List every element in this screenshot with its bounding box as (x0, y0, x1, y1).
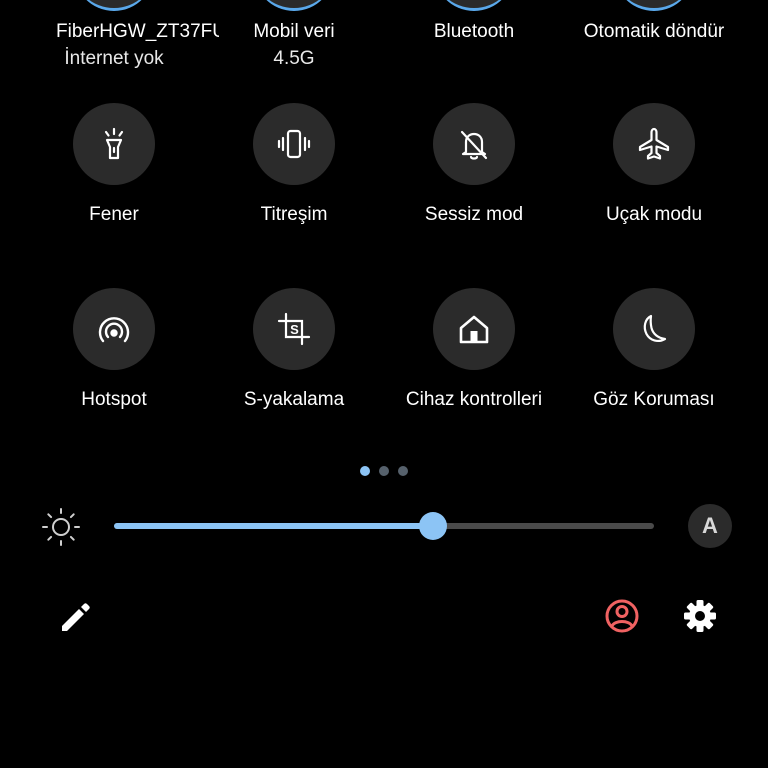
mobile-data-toggle[interactable] (253, 0, 335, 11)
flashlight-label: Fener (89, 204, 139, 225)
home-icon (459, 315, 489, 344)
vibrate-icon (277, 129, 311, 159)
page-dot-2[interactable] (379, 466, 389, 476)
airplane-mode-label: Uçak modu (605, 204, 703, 225)
vibrate-label: Titreşim (260, 204, 328, 225)
brightness-fill (114, 523, 433, 529)
bluetooth-toggle[interactable] (433, 0, 515, 11)
silent-mode-button[interactable] (433, 103, 515, 185)
wifi-network-name: FiberHGW_ZT37FU (56, 21, 219, 42)
page-indicator (360, 466, 410, 476)
eye-protection-label: Göz Koruması (593, 389, 715, 410)
hotspot-button[interactable] (73, 288, 155, 370)
mobile-data-label: Mobil veri (253, 21, 335, 42)
bluetooth-label: Bluetooth (433, 21, 515, 42)
flashlight-button[interactable] (73, 103, 155, 185)
brightness-slider[interactable] (114, 510, 654, 542)
silent-mode-label: Sessiz mod (424, 204, 524, 225)
brightness-sun-icon (42, 508, 80, 546)
auto-brightness-button[interactable]: A (688, 504, 732, 548)
gear-icon[interactable] (680, 596, 720, 636)
auto-rotate-toggle[interactable] (613, 0, 695, 11)
svg-text:S: S (290, 322, 299, 337)
silent-bell-icon (460, 130, 488, 160)
device-controls-button[interactable] (433, 288, 515, 370)
s-capture-button[interactable]: S (253, 288, 335, 370)
vibrate-button[interactable] (253, 103, 335, 185)
page-dot-3[interactable] (398, 466, 408, 476)
account-icon[interactable] (602, 596, 642, 636)
eye-protection-button[interactable] (613, 288, 695, 370)
device-controls-label: Cihaz kontrolleri (405, 389, 543, 410)
airplane-icon (638, 127, 670, 160)
flashlight-icon (104, 127, 124, 160)
top-tiles-row: FiberHGW_ZT37FU İnternet yok Mobil veri … (0, 0, 768, 80)
pencil-icon[interactable] (56, 597, 96, 637)
hotspot-icon (98, 317, 130, 343)
wifi-status: İnternet yok (64, 48, 164, 69)
brightness-thumb[interactable] (418, 512, 447, 540)
airplane-mode-button[interactable] (613, 103, 695, 185)
page-dot-1[interactable] (360, 466, 370, 476)
s-capture-label: S-yakalama (243, 389, 345, 410)
wifi-toggle[interactable] (73, 0, 155, 11)
screenshot-crop-icon: S (277, 312, 311, 346)
mobile-data-network: 4.5G (273, 48, 315, 69)
moon-icon (643, 314, 667, 342)
hotspot-label: Hotspot (81, 389, 147, 410)
auto-rotate-label: Otomatik döndür (583, 21, 725, 42)
